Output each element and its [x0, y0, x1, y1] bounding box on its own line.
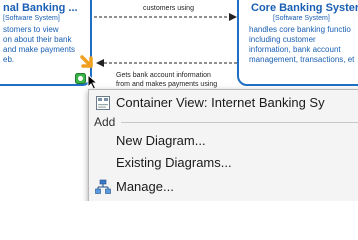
relationship-label-bottom-line: Gets bank account information	[116, 72, 211, 79]
navigation-icon[interactable]	[75, 73, 86, 84]
diagram-icon	[96, 96, 110, 110]
diagram-canvas[interactable]: nal Banking ... [Software System] stomer…	[0, 0, 358, 201]
menu-item-new-diagram[interactable]: New Diagram...	[89, 130, 358, 152]
menu-item-existing-diagrams[interactable]: Existing Diagrams...	[89, 152, 358, 174]
hierarchy-icon	[95, 179, 111, 194]
menu-item-label: Manage...	[116, 179, 174, 194]
menu-section-add: Add	[89, 114, 358, 130]
mouse-cursor-icon	[87, 74, 99, 90]
menu-item-label: Container View: Internet Banking Sy	[116, 95, 325, 110]
menu-section-label: Add	[94, 115, 116, 129]
menu-item-label: New Diagram...	[116, 133, 206, 148]
arrowhead-right	[229, 13, 237, 21]
menu-item-manage[interactable]: Manage...	[89, 176, 358, 198]
menu-separator	[121, 122, 358, 123]
selection-arrow-icon	[80, 55, 93, 68]
menu-item-container-view[interactable]: Container View: Internet Banking Sy	[89, 92, 358, 114]
context-menu: Container View: Internet Banking Sy Add …	[88, 89, 358, 201]
menu-item-label: Existing Diagrams...	[116, 155, 232, 170]
relationship-label-bottom-line: from and makes payments using	[116, 81, 218, 88]
relationship-label-top: customers using	[143, 5, 194, 12]
